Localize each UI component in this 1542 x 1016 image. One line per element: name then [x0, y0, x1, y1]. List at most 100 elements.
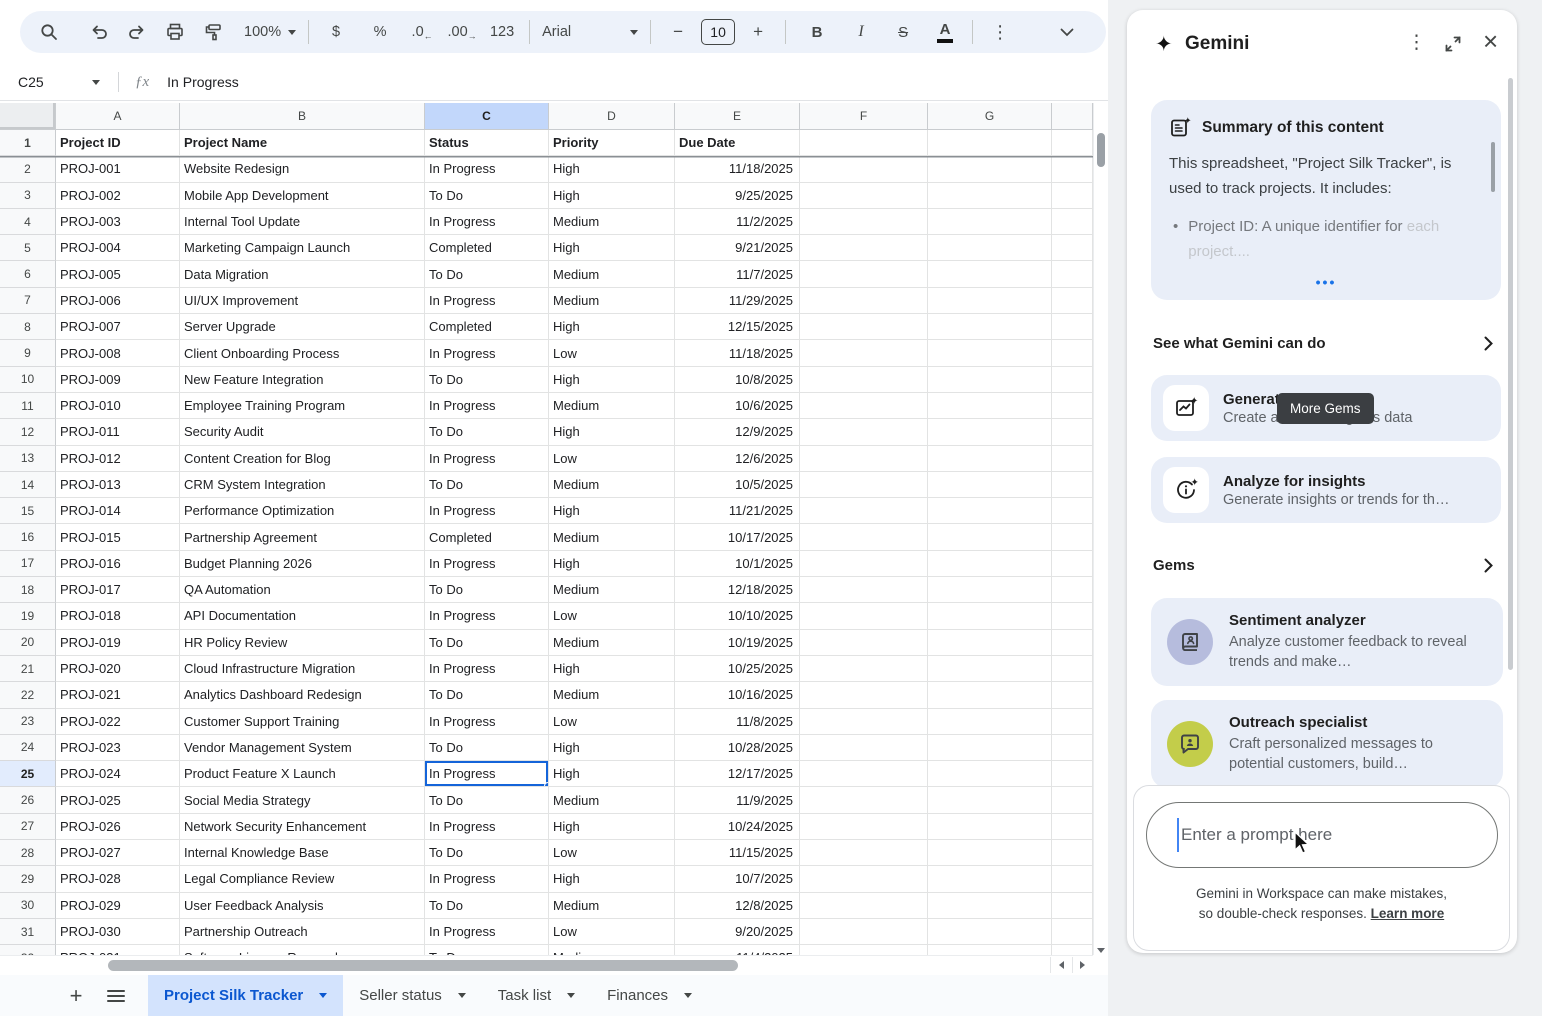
cell-F17[interactable] — [800, 551, 928, 577]
cell-E31[interactable]: 9/20/2025 — [675, 919, 800, 945]
cell-E4[interactable]: 11/2/2025 — [675, 209, 800, 235]
cell-x23[interactable] — [1052, 709, 1093, 735]
row-header-28[interactable]: 28 — [0, 840, 56, 866]
cell-C18[interactable]: To Do — [425, 577, 549, 603]
cell-F2[interactable] — [800, 156, 928, 182]
cell-B7[interactable]: UI/UX Improvement — [180, 288, 425, 314]
cell-A12[interactable]: PROJ-011 — [56, 419, 180, 445]
cell-E9[interactable]: 11/18/2025 — [675, 340, 800, 366]
cell-x10[interactable] — [1052, 367, 1093, 393]
cell-A31[interactable]: PROJ-030 — [56, 919, 180, 945]
cell-F16[interactable] — [800, 524, 928, 550]
cell-B8[interactable]: Server Upgrade — [180, 314, 425, 340]
cell-E13[interactable]: 12/6/2025 — [675, 446, 800, 472]
cell-C32[interactable]: To Do — [425, 945, 549, 955]
italic-button[interactable]: I — [846, 17, 876, 47]
panel-scrollbar-thumb[interactable] — [1508, 78, 1513, 670]
cell-D10[interactable]: High — [549, 367, 675, 393]
cell-F15[interactable] — [800, 498, 928, 524]
cell-B29[interactable]: Legal Compliance Review — [180, 866, 425, 892]
cell-C13[interactable]: In Progress — [425, 446, 549, 472]
cell-D18[interactable]: Medium — [549, 577, 675, 603]
cell-F28[interactable] — [800, 840, 928, 866]
cell-G27[interactable] — [928, 814, 1052, 840]
cell-B26[interactable]: Social Media Strategy — [180, 787, 425, 813]
cell-F21[interactable] — [800, 656, 928, 682]
cell-B22[interactable]: Analytics Dashboard Redesign — [180, 682, 425, 708]
row-header-4[interactable]: 4 — [0, 209, 56, 235]
cell-G6[interactable] — [928, 261, 1052, 287]
scroll-down-button[interactable] — [1093, 944, 1108, 956]
cell-B25[interactable]: Product Feature X Launch — [180, 761, 425, 787]
cell-F18[interactable] — [800, 577, 928, 603]
cell-G24[interactable] — [928, 735, 1052, 761]
cell-D11[interactable]: Medium — [549, 393, 675, 419]
cell-F31[interactable] — [800, 919, 928, 945]
collapse-toolbar-button[interactable] — [1052, 17, 1082, 47]
cell-x17[interactable] — [1052, 551, 1093, 577]
cell-B6[interactable]: Data Migration — [180, 261, 425, 287]
cell-A24[interactable]: PROJ-023 — [56, 735, 180, 761]
cell-C3[interactable]: To Do — [425, 183, 549, 209]
cell-E11[interactable]: 10/6/2025 — [675, 393, 800, 419]
row-header-1[interactable]: 1 — [0, 130, 56, 156]
select-all-corner[interactable] — [0, 103, 56, 130]
all-sheets-button[interactable] — [96, 975, 136, 1016]
cell-B5[interactable]: Marketing Campaign Launch — [180, 235, 425, 261]
cell-C22[interactable]: To Do — [425, 682, 549, 708]
cell-G1[interactable] — [928, 130, 1052, 156]
cell-E15[interactable]: 11/21/2025 — [675, 498, 800, 524]
cell-E22[interactable]: 10/16/2025 — [675, 682, 800, 708]
cell-A2[interactable]: PROJ-001 — [56, 156, 180, 182]
cell-C28[interactable]: To Do — [425, 840, 549, 866]
cell-C10[interactable]: To Do — [425, 367, 549, 393]
cell-F13[interactable] — [800, 446, 928, 472]
cell-F26[interactable] — [800, 787, 928, 813]
horizontal-scrollbar[interactable] — [0, 955, 1093, 975]
expand-panel-icon[interactable] — [1445, 36, 1461, 52]
cell-C9[interactable]: In Progress — [425, 340, 549, 366]
cell-D9[interactable]: Low — [549, 340, 675, 366]
cell-A14[interactable]: PROJ-013 — [56, 472, 180, 498]
cell-x3[interactable] — [1052, 183, 1093, 209]
increase-decimal-button[interactable]: .00→ — [447, 17, 477, 47]
cell-E14[interactable]: 10/5/2025 — [675, 472, 800, 498]
cell-A25[interactable]: PROJ-024 — [56, 761, 180, 787]
cell-G9[interactable] — [928, 340, 1052, 366]
cell-B31[interactable]: Partnership Outreach — [180, 919, 425, 945]
sheet-tab-seller-status[interactable]: Seller status — [343, 975, 482, 1016]
cell-x13[interactable] — [1052, 446, 1093, 472]
cell-x31[interactable] — [1052, 919, 1093, 945]
cell-D29[interactable]: High — [549, 866, 675, 892]
cell-D2[interactable]: High — [549, 156, 675, 182]
cell-C1[interactable]: Status — [425, 130, 549, 156]
cell-A13[interactable]: PROJ-012 — [56, 446, 180, 472]
column-header-D[interactable]: D — [549, 103, 675, 130]
cell-E25[interactable]: 12/17/2025 — [675, 761, 800, 787]
cell-B24[interactable]: Vendor Management System — [180, 735, 425, 761]
cell-A23[interactable]: PROJ-022 — [56, 709, 180, 735]
cell-B17[interactable]: Budget Planning 2026 — [180, 551, 425, 577]
row-header-3[interactable]: 3 — [0, 183, 56, 209]
row-header-25[interactable]: 25 — [0, 761, 56, 787]
cell-B21[interactable]: Cloud Infrastructure Migration — [180, 656, 425, 682]
cell-G16[interactable] — [928, 524, 1052, 550]
cell-D21[interactable]: High — [549, 656, 675, 682]
row-header-30[interactable]: 30 — [0, 893, 56, 919]
close-panel-button[interactable]: × — [1483, 26, 1498, 57]
cell-x18[interactable] — [1052, 577, 1093, 603]
cell-D16[interactable]: Medium — [549, 524, 675, 550]
cell-B20[interactable]: HR Policy Review — [180, 630, 425, 656]
row-header-2[interactable]: 2 — [0, 156, 56, 182]
cell-A8[interactable]: PROJ-007 — [56, 314, 180, 340]
cell-F19[interactable] — [800, 603, 928, 629]
cell-E8[interactable]: 12/15/2025 — [675, 314, 800, 340]
row-header-18[interactable]: 18 — [0, 577, 56, 603]
cell-C19[interactable]: In Progress — [425, 603, 549, 629]
name-box[interactable]: C25 — [0, 74, 100, 90]
cell-B14[interactable]: CRM System Integration — [180, 472, 425, 498]
learn-more-link[interactable]: Learn more — [1371, 906, 1445, 921]
cell-D26[interactable]: Medium — [549, 787, 675, 813]
cell-F11[interactable] — [800, 393, 928, 419]
cell-D27[interactable]: High — [549, 814, 675, 840]
